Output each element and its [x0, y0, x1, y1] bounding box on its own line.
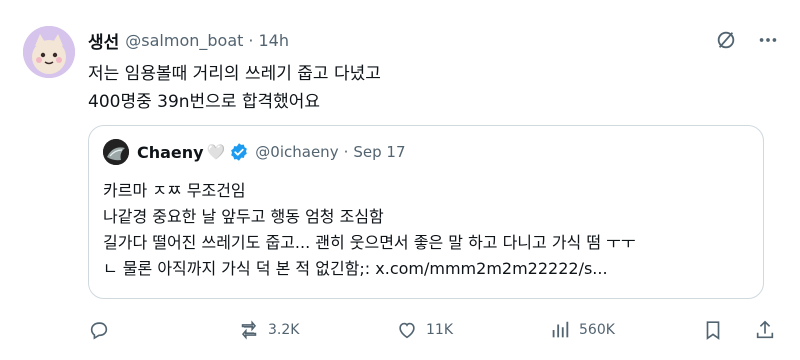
white-heart-emoji: 🤍 — [206, 143, 226, 161]
quoted-tweet[interactable]: Chaeny 🤍 @0ichaeny · Sep 17 카르마 ㅈㅉ 무조건임 … — [88, 125, 764, 299]
views-button[interactable]: 560K — [549, 316, 615, 344]
bookmark-button[interactable] — [702, 316, 732, 344]
quoted-handle[interactable]: @0ichaeny — [255, 143, 338, 161]
repost-count: 3.2K — [268, 322, 300, 338]
quoted-display-name[interactable]: Chaeny — [137, 143, 204, 162]
quoted-avatar-image — [103, 139, 129, 165]
display-name[interactable]: 생선 — [88, 28, 119, 53]
reply-button[interactable] — [88, 316, 118, 344]
repost-icon — [241, 320, 257, 340]
tweet-top-icons — [714, 28, 780, 52]
tweet-text-line: 저는 임용볼때 거리의 쓰레기 줍고 다녔고 — [88, 64, 381, 84]
quoted-avatar[interactable] — [103, 139, 129, 165]
avatar[interactable] — [23, 26, 75, 78]
more-options-icon[interactable] — [756, 28, 780, 52]
timestamp[interactable]: 14h — [259, 31, 290, 50]
share-button[interactable] — [754, 316, 784, 344]
heart-icon — [399, 322, 415, 339]
like-count: 11K — [426, 322, 453, 338]
share-icon — [756, 320, 774, 339]
grok-icon[interactable] — [714, 28, 738, 52]
views-count: 560K — [579, 322, 615, 338]
views-icon — [552, 321, 569, 338]
quoted-text-line: 카르마 ㅈㅉ 무조건임 — [103, 181, 246, 200]
tweet-header: 생선 @salmon_boat · 14h — [88, 28, 290, 53]
like-button[interactable]: 11K — [396, 316, 453, 344]
quoted-text-line: ㄴ 물론 아직까지 가식 덕 본 적 없긴함;: x.com/mmm2m2m22… — [103, 259, 608, 278]
quoted-text-line: 길가다 떨어진 쓰레기도 줍고... 괜히 웃으면서 좋은 말 하고 다니고 가… — [103, 233, 636, 252]
quoted-date[interactable]: Sep 17 — [353, 143, 405, 161]
handle[interactable]: @salmon_boat — [125, 31, 243, 50]
separator-dot: · — [248, 30, 254, 50]
quoted-tweet-text: 카르마 ㅈㅉ 무조건임 나같경 중요한 날 앞두고 행동 엄청 조심함 길가다 … — [103, 178, 636, 282]
repost-button[interactable]: 3.2K — [238, 316, 299, 344]
tweet-text-line: 400명중 39n번으로 합격했어요 — [88, 92, 321, 112]
avatar-image — [23, 26, 75, 78]
quoted-tweet-header: Chaeny 🤍 @0ichaeny · Sep 17 — [103, 139, 406, 165]
reply-icon — [90, 322, 108, 340]
tweet-actions: 3.2K 11K 560K — [88, 316, 778, 344]
verified-badge-icon — [229, 142, 249, 162]
quoted-text-line: 나같경 중요한 날 앞두고 행동 엄청 조심함 — [103, 207, 384, 226]
tweet: 생선 @salmon_boat · 14h 저는 임용볼때 거리의 쓰레기 줍고… — [0, 0, 800, 360]
bookmark-icon — [706, 321, 720, 340]
tweet-text: 저는 임용볼때 거리의 쓰레기 줍고 다녔고 400명중 39n번으로 합격했어… — [88, 60, 381, 116]
separator-dot: · — [343, 143, 349, 161]
